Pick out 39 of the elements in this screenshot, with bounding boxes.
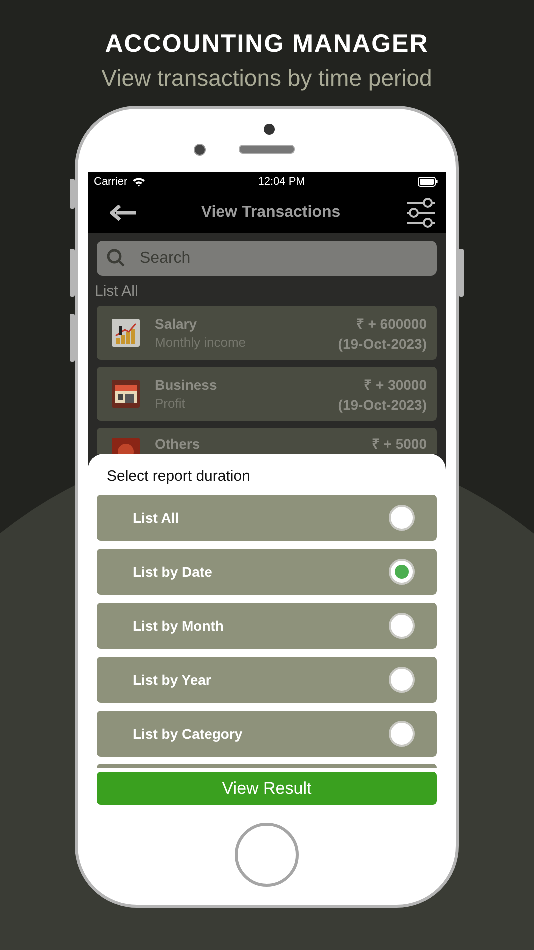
search-icon bbox=[107, 249, 125, 267]
sheet-title: Select report duration bbox=[107, 468, 252, 486]
duration-option[interactable]: List by Month bbox=[97, 603, 437, 649]
transaction-date: (19-Oct-2023) bbox=[338, 397, 427, 413]
transaction-card[interactable]: Others ₹ + 5000 bbox=[97, 428, 437, 454]
radio-button[interactable] bbox=[389, 505, 415, 531]
home-button[interactable] bbox=[235, 823, 299, 887]
list-label: List All bbox=[95, 283, 140, 300]
radio-button[interactable] bbox=[389, 721, 415, 747]
transaction-name: Others bbox=[155, 437, 202, 451]
radio-button[interactable] bbox=[389, 667, 415, 693]
growth-chart-icon bbox=[111, 318, 141, 348]
speaker bbox=[239, 145, 295, 154]
radio-button[interactable] bbox=[389, 559, 415, 585]
duration-option[interactable]: List by Date bbox=[97, 549, 437, 595]
transaction-amount: ₹ + 5000 bbox=[372, 437, 427, 451]
battery-icon bbox=[418, 177, 438, 187]
screen-title: View Transactions bbox=[201, 204, 341, 222]
promo-subtitle: View transactions by time period bbox=[100, 64, 434, 93]
promo-title: ACCOUNTING MANAGER bbox=[104, 29, 430, 60]
sensor bbox=[194, 144, 206, 156]
transaction-name: Salary bbox=[155, 316, 198, 332]
search-field[interactable]: Search bbox=[97, 241, 437, 276]
transaction-amount: ₹ + 600000 bbox=[356, 315, 427, 333]
clock: 12:04 PM bbox=[258, 176, 306, 188]
duration-option[interactable]: List by Year bbox=[97, 657, 437, 703]
camera bbox=[264, 124, 275, 135]
wifi-icon bbox=[132, 177, 146, 187]
back-arrow-icon[interactable] bbox=[110, 204, 136, 220]
carrier-label: Carrier bbox=[94, 176, 128, 188]
view-result-button[interactable]: View Result bbox=[97, 772, 437, 805]
duration-option[interactable]: List by Category bbox=[97, 711, 437, 757]
duration-option[interactable]: List All bbox=[97, 495, 437, 541]
shop-icon bbox=[111, 379, 141, 409]
transaction-amount: ₹ + 30000 bbox=[364, 376, 427, 394]
filter-icon[interactable] bbox=[406, 198, 436, 228]
transaction-name: Business bbox=[155, 377, 218, 393]
transaction-date: (19-Oct-2023) bbox=[338, 336, 427, 352]
radio-button[interactable] bbox=[389, 613, 415, 639]
